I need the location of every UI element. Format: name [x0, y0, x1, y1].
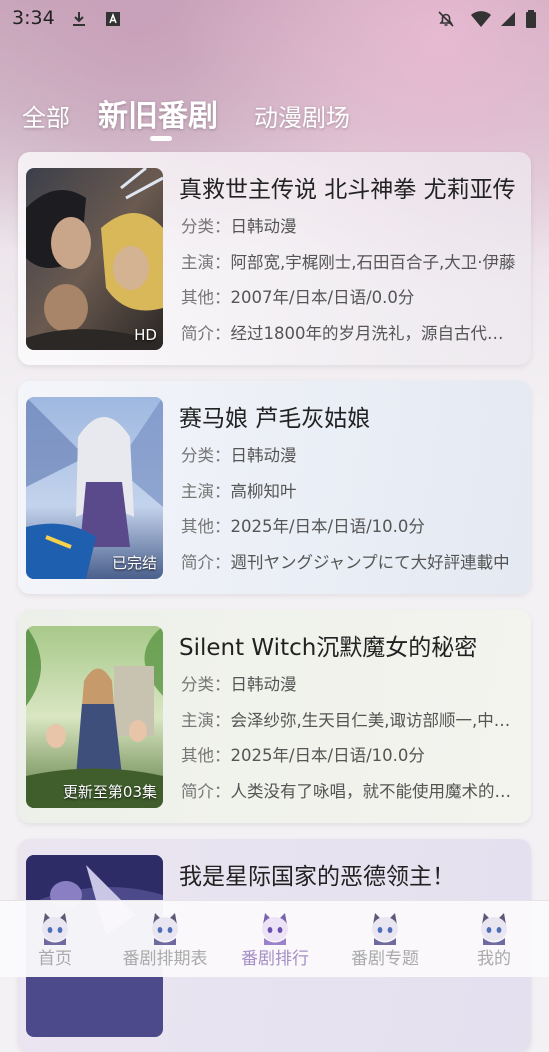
- poster-badge: 更新至第03集: [62, 783, 157, 801]
- cast-value: 高柳知叶: [230, 482, 297, 501]
- category-value: 日韩动漫: [230, 675, 297, 694]
- battery-icon: [526, 10, 536, 28]
- anime-title: 赛马娘 芦毛灰姑娘: [179, 406, 371, 432]
- anime-card[interactable]: 已完结 赛马娘 芦毛灰姑娘 分类：日韩动漫 主演：高柳知叶 其他：2025年/日…: [18, 381, 531, 594]
- cat-girl-avatar-icon: [481, 913, 507, 945]
- cat-girl-avatar-icon: [152, 913, 178, 945]
- status-time: 3:34: [12, 7, 55, 29]
- intro-label: 简介：: [181, 324, 231, 343]
- poster-badge: HD: [134, 326, 157, 344]
- poster-badge: 已完结: [111, 554, 157, 572]
- anime-card[interactable]: 更新至第03集 Silent Witch沉默魔女的秘密 分类：日韩动漫 主演：会…: [18, 610, 531, 823]
- tab-all[interactable]: 全部: [22, 98, 70, 133]
- anime-title: 真救世主传说 北斗神拳 尤莉亚传: [179, 177, 516, 203]
- anime-card[interactable]: HD 真救世主传说 北斗神拳 尤莉亚传 分类：日韩动漫 主演：阿部宽,宇梶刚士,…: [18, 152, 531, 365]
- cast-row: 主演：阿部宽,宇梶刚士,石田百合子,大卫·伊藤: [181, 249, 519, 273]
- other-label: 其他：: [181, 288, 231, 307]
- cat-girl-avatar-icon: [262, 913, 288, 945]
- nav-topics-label: 番剧专题: [351, 949, 419, 969]
- wifi-icon: [471, 11, 491, 27]
- intro-label: 简介：: [181, 553, 231, 572]
- intro-row: 简介：人类没有了咏唱，就不能使用魔术的世界: [181, 778, 519, 802]
- intro-value: 週刊ヤングジャンプにて大好評連載中: [230, 553, 510, 572]
- status-bar: 3:34: [0, 0, 549, 38]
- intro-value: 人类没有了咏唱，就不能使用魔术的世界: [230, 782, 520, 801]
- category-value: 日韩动漫: [230, 446, 297, 465]
- poster-image: 更新至第03集: [26, 626, 163, 808]
- nav-ranking-label: 番剧排行: [241, 949, 309, 969]
- other-row: 其他：2025年/日本/日语/10.0分: [181, 513, 519, 537]
- active-tab-indicator: [150, 136, 172, 141]
- nav-schedule-label: 番剧排期表: [122, 949, 208, 969]
- other-label: 其他：: [181, 746, 231, 765]
- intro-value: 经过1800年的岁月洗礼，源自古代中国的北斗神拳: [230, 324, 520, 343]
- anime-title: 我是星际国家的恶德领主！: [179, 864, 455, 890]
- cast-label: 主演：: [181, 482, 231, 501]
- category-label: 分类：: [181, 217, 231, 236]
- download-icon: [73, 12, 85, 26]
- other-row: 其他：2007年/日本/日语/0.0分: [181, 284, 519, 308]
- nav-mine[interactable]: 我的: [439, 901, 549, 977]
- other-row: 其他：2025年/日本/日语/10.0分: [181, 742, 519, 766]
- intro-label: 简介：: [181, 782, 231, 801]
- category-tabs: 全部 新旧番剧 动漫剧场: [0, 88, 549, 148]
- other-value: 2025年/日本/日语/10.0分: [230, 517, 425, 536]
- signal-icon: [501, 12, 515, 26]
- poster-image: HD: [26, 168, 163, 350]
- cast-label: 主演：: [181, 253, 231, 272]
- cast-label: 主演：: [181, 711, 231, 730]
- cast-row: 主演：高柳知叶: [181, 478, 519, 502]
- category-row: 分类：日韩动漫: [181, 671, 519, 695]
- category-label: 分类：: [181, 675, 231, 694]
- cat-girl-avatar-icon: [42, 913, 68, 945]
- cast-value: 会泽纱弥,生天目仁美,诹访部顺一,中原麻衣: [230, 711, 520, 730]
- nav-home-label: 首页: [38, 949, 72, 969]
- nav-mine-label: 我的: [477, 949, 511, 969]
- tab-new-old-anime[interactable]: 新旧番剧: [98, 91, 218, 135]
- tab-anime-theater[interactable]: 动漫剧场: [254, 98, 350, 133]
- category-value: 日韩动漫: [230, 217, 297, 236]
- other-value: 2007年/日本/日语/0.0分: [230, 288, 415, 307]
- category-row: 分类：日韩动漫: [181, 442, 519, 466]
- nav-ranking[interactable]: 番剧排行: [220, 901, 330, 977]
- category-label: 分类：: [181, 446, 231, 465]
- bell-off-icon: [438, 11, 454, 27]
- cast-value: 阿部宽,宇梶刚士,石田百合子,大卫·伊藤: [230, 253, 516, 272]
- nav-topics[interactable]: 番剧专题: [330, 901, 440, 977]
- app-a-icon: [106, 12, 120, 26]
- category-row: 分类：日韩动漫: [181, 213, 519, 237]
- other-label: 其他：: [181, 517, 231, 536]
- nav-schedule[interactable]: 番剧排期表: [110, 901, 220, 977]
- poster-image: 已完结: [26, 397, 163, 579]
- other-value: 2025年/日本/日语/10.0分: [230, 746, 425, 765]
- anime-title: Silent Witch沉默魔女的秘密: [179, 635, 478, 661]
- intro-row: 简介：经过1800年的岁月洗礼，源自古代中国的北斗神拳: [181, 320, 519, 344]
- cast-row: 主演：会泽纱弥,生天目仁美,诹访部顺一,中原麻衣: [181, 707, 519, 731]
- intro-row: 简介：週刊ヤングジャンプにて大好評連載中: [181, 549, 519, 573]
- cat-girl-avatar-icon: [372, 913, 398, 945]
- bottom-navigation: 首页 番剧排期表 番剧排行 番剧专题 我的: [0, 900, 549, 977]
- nav-home[interactable]: 首页: [0, 901, 110, 977]
